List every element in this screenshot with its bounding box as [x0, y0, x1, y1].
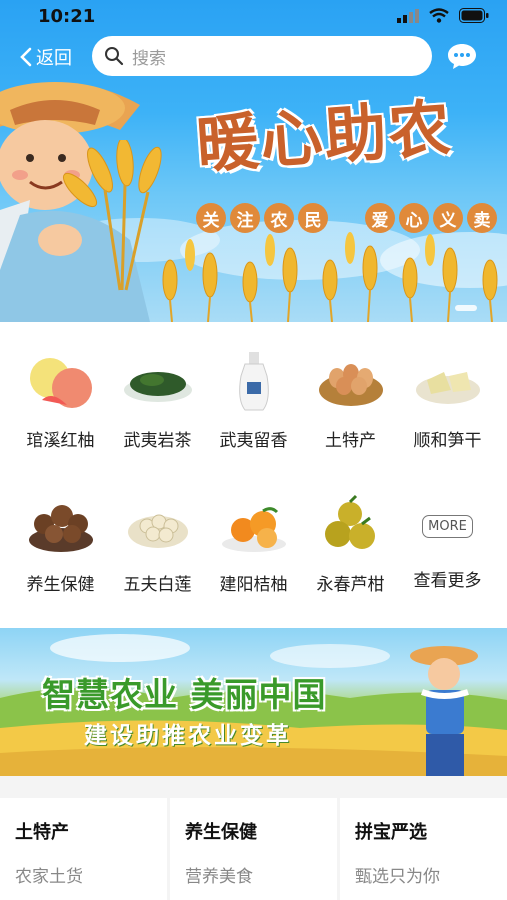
category-item[interactable]: 五夫白莲	[107, 494, 208, 595]
category-item[interactable]: 琯溪红柚	[10, 350, 111, 451]
status-time: 10:21	[38, 6, 96, 27]
hero-tag: 爱	[365, 203, 395, 233]
hero-tag: 义	[433, 203, 463, 233]
hero-tag: 关	[196, 203, 226, 233]
category-label: 武夷岩茶	[123, 431, 192, 451]
hero-banner[interactable]: 10:21 返回 搜索 暖心助农 关 注 农 民 爱 心 义 卖	[0, 0, 507, 322]
category-label: 五夫白莲	[123, 575, 192, 595]
hero-tags-left: 关 注 农 民	[196, 203, 328, 233]
cellular-signal-icon	[397, 8, 419, 23]
hero-tag: 注	[230, 203, 260, 233]
chevron-left-icon	[20, 47, 32, 67]
category-item[interactable]: MORE 查看更多	[397, 494, 498, 591]
hero-tag: 民	[298, 203, 328, 233]
tile-subtitle: 甄选只为你	[355, 867, 440, 887]
tile-subtitle: 营养美食	[185, 867, 253, 887]
wheat-bundle-illustration	[62, 140, 162, 291]
category-grid: 琯溪红柚 武夷岩茶 武夷留香 土特产 顺和笋干 养生保健 五夫白莲 建阳桔柚 永…	[0, 322, 507, 628]
category-label: 养生保健	[26, 575, 95, 595]
tile-subtitle: 农家土货	[15, 867, 83, 887]
category-item[interactable]: 武夷留香	[203, 350, 304, 451]
more-icon: MORE	[409, 494, 487, 558]
tea-icon	[123, 372, 192, 402]
status-bar: 10:21	[0, 0, 507, 32]
banner-headline: 智慧农业 美丽中国	[42, 675, 327, 714]
citrus-icon	[324, 494, 375, 549]
hero-title: 暖心助农	[194, 91, 455, 182]
battery-icon	[459, 8, 489, 23]
category-label: 琯溪红柚	[26, 431, 95, 451]
hero-tags-right: 爱 心 义 卖	[365, 203, 497, 233]
tile-title: 养生保健	[185, 822, 257, 843]
category-label: 永春芦柑	[316, 575, 385, 595]
liquor-bottle-icon	[238, 352, 269, 411]
category-label: 土特产	[325, 431, 376, 451]
pomelo-icon	[29, 358, 92, 408]
feature-tile[interactable]: 土特产 农家土货	[0, 798, 167, 900]
category-item[interactable]: 建阳桔柚	[203, 494, 304, 595]
back-label: 返回	[36, 48, 72, 69]
category-item[interactable]: 土特产	[300, 350, 401, 451]
category-item[interactable]: 顺和笋干	[397, 350, 498, 451]
lotus-seed-icon	[127, 514, 188, 548]
search-placeholder: 搜索	[132, 48, 166, 69]
promo-banner[interactable]: 智慧农业 美丽中国 建设助推农业变革	[0, 628, 507, 776]
category-label: 建阳桔柚	[219, 575, 288, 595]
category-item[interactable]: 养生保健	[10, 494, 111, 595]
wheat-field-illustration	[162, 232, 498, 322]
orange-icon	[221, 507, 286, 552]
more-icon-text: MORE	[422, 514, 473, 538]
category-item[interactable]: 武夷岩茶	[107, 350, 208, 451]
system-icons	[397, 8, 489, 23]
tile-title: 土特产	[15, 822, 69, 843]
hero-tag: 心	[399, 203, 429, 233]
message-icon[interactable]	[447, 42, 477, 70]
tile-title: 拼宝严选	[355, 822, 427, 843]
dried-bamboo-icon	[415, 372, 480, 404]
hero-tag: 农	[264, 203, 294, 233]
feature-tile[interactable]: 养生保健 营养美食	[170, 798, 337, 900]
mushroom-icon	[28, 505, 93, 552]
eggs-basket-icon	[318, 364, 383, 406]
category-label: 查看更多	[413, 571, 482, 591]
category-label: 顺和笋干	[413, 431, 482, 451]
category-item[interactable]: 永春芦柑	[300, 494, 401, 595]
back-button[interactable]: 返回	[20, 44, 72, 70]
category-label: 武夷留香	[219, 431, 288, 451]
hero-tag: 卖	[467, 203, 497, 233]
feature-tile[interactable]: 拼宝严选 甄选只为你	[340, 798, 507, 900]
banner-subline: 建设助推农业变革	[84, 723, 292, 749]
feature-tiles: 土特产 农家土货 养生保健 营养美食 拼宝严选 甄选只为你	[0, 798, 507, 900]
wifi-icon	[429, 8, 449, 23]
carousel-indicator[interactable]	[455, 305, 477, 311]
search-icon	[105, 47, 124, 66]
